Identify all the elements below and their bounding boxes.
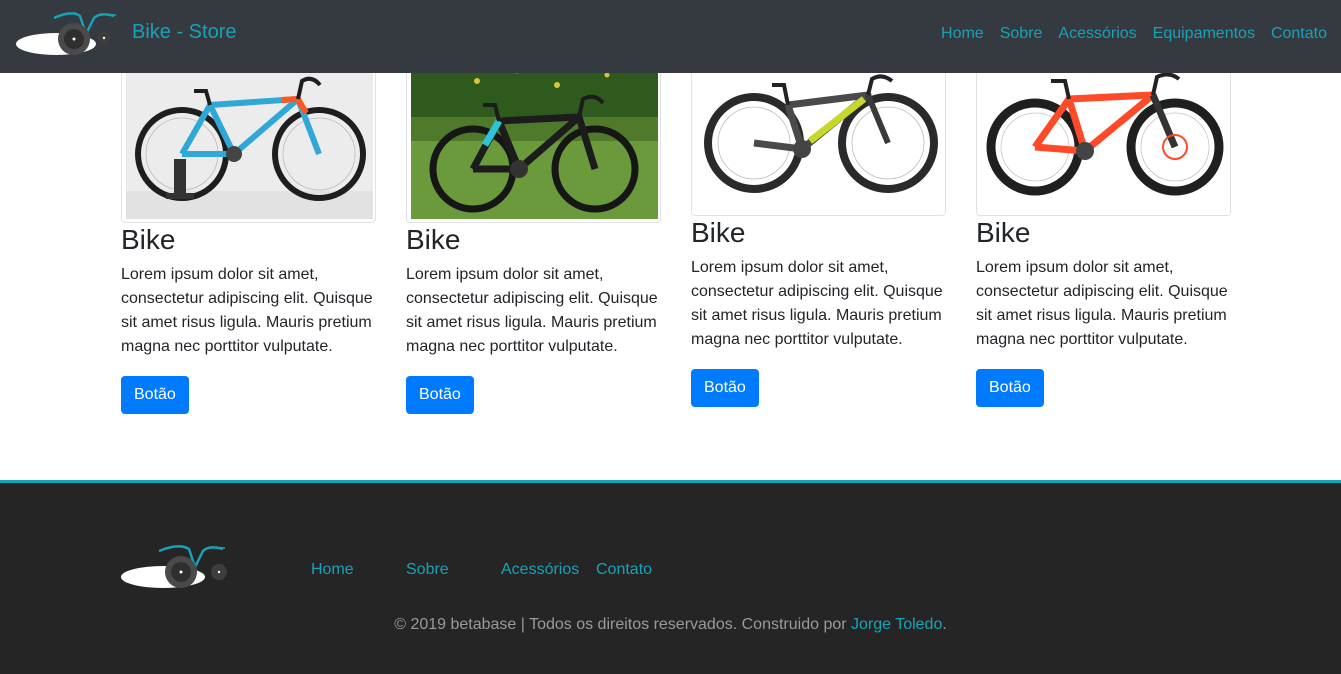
product-description: Lorem ipsum dolor sit amet, consectetur …	[121, 266, 373, 355]
product-button[interactable]: Botão	[121, 376, 189, 414]
footer-nav-contato[interactable]: Contato	[596, 561, 652, 579]
footer-nav-sobre[interactable]: Sobre	[406, 561, 449, 579]
nav-item-home[interactable]: Home	[941, 25, 984, 43]
product-button[interactable]: Botão	[976, 369, 1044, 407]
top-navbar: Bike - Store Home Sobre Acessórios Equip…	[0, 0, 1341, 73]
copyright-suffix: .	[942, 616, 947, 633]
product-description: Lorem ipsum dolor sit amet, consectetur …	[691, 259, 943, 348]
product-title: Bike	[976, 217, 1031, 248]
bike-logo-icon[interactable]	[119, 541, 231, 593]
site-footer: Home Sobre Acessórios Contato © 2019 bet…	[0, 480, 1341, 674]
product-description: Lorem ipsum dolor sit amet, consectetur …	[406, 266, 658, 355]
nav-item-acessorios[interactable]: Acessórios	[1058, 25, 1136, 43]
product-title: Bike	[691, 217, 746, 248]
footer-nav-acessorios[interactable]: Acessórios	[501, 561, 579, 579]
product-title: Bike	[121, 224, 176, 255]
bike-logo-icon[interactable]	[14, 8, 122, 60]
product-button[interactable]: Botão	[406, 376, 474, 414]
top-nav-menu: Home Sobre Acessórios Equipamentos Conta…	[941, 25, 1327, 43]
copyright-prefix: © 2019 betabase | Todos os direitos rese…	[394, 616, 852, 633]
nav-item-equipamentos[interactable]: Equipamentos	[1153, 25, 1255, 43]
author-link[interactable]: Jorge Toledo	[851, 616, 942, 633]
brand-link[interactable]: Bike - Store	[132, 21, 236, 44]
product-title: Bike	[406, 224, 461, 255]
copyright-text: © 2019 betabase | Todos os direitos rese…	[0, 616, 1341, 634]
product-button[interactable]: Botão	[691, 369, 759, 407]
footer-nav-home[interactable]: Home	[311, 561, 354, 579]
nav-item-sobre[interactable]: Sobre	[1000, 25, 1043, 43]
nav-item-contato[interactable]: Contato	[1271, 25, 1327, 43]
product-description: Lorem ipsum dolor sit amet, consectetur …	[976, 259, 1228, 348]
